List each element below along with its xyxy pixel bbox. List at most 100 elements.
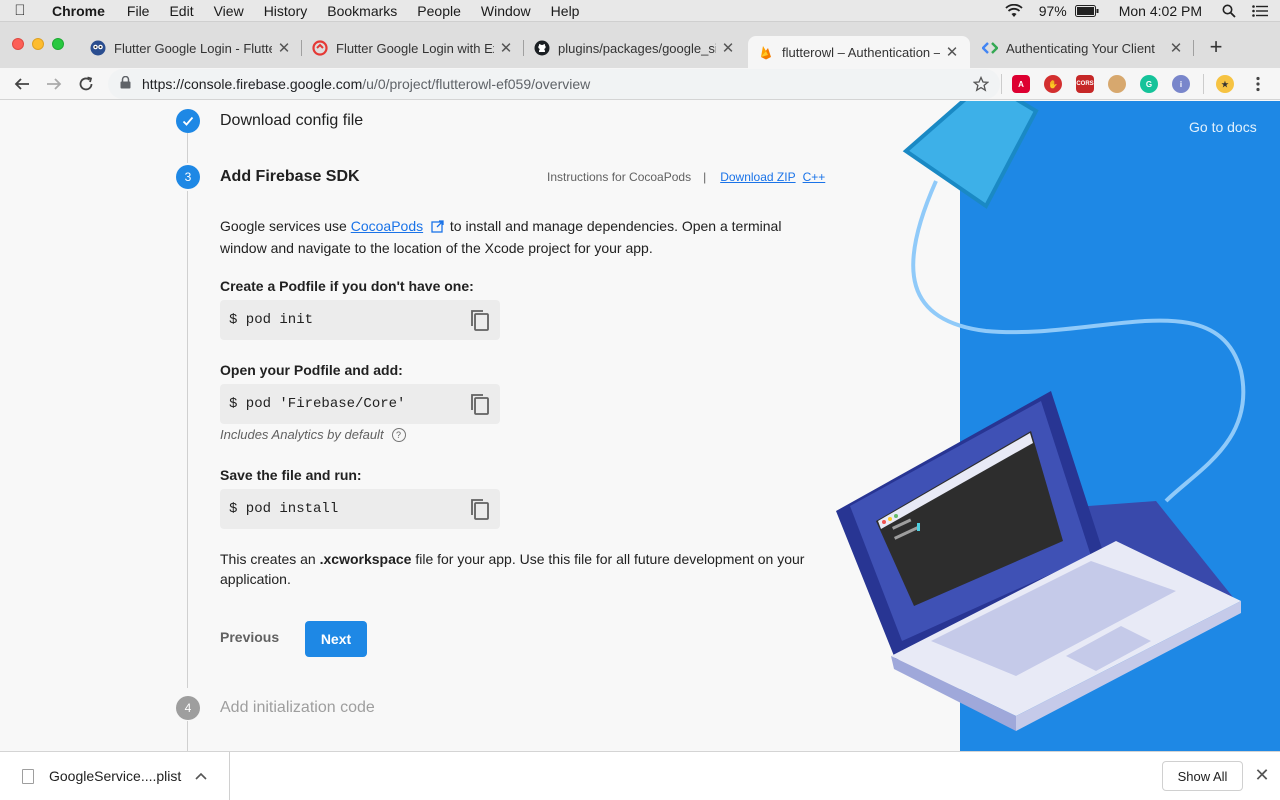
copy-icon[interactable] — [468, 392, 492, 416]
copy-icon[interactable] — [468, 497, 492, 521]
chevron-up-icon[interactable] — [195, 769, 207, 783]
adblock-extension-icon[interactable]: ✋ — [1044, 75, 1062, 93]
wifi-icon[interactable] — [997, 4, 1031, 18]
menu-file[interactable]: File — [117, 3, 160, 19]
xcworkspace-term: .xcworkspace — [319, 551, 412, 567]
menu-help[interactable]: Help — [541, 3, 590, 19]
tab-github-plugins[interactable]: plugins/packages/google_si ✕ — [524, 32, 746, 64]
new-tab-button[interactable]: + — [1206, 36, 1226, 58]
cpp-link[interactable]: C++ — [803, 170, 826, 184]
next-button[interactable]: Next — [305, 621, 367, 657]
cookie-extension-icon[interactable] — [1108, 75, 1126, 93]
help-icon[interactable]: ? — [391, 427, 406, 442]
codingwithdhrumil-icon — [312, 40, 328, 56]
menu-people[interactable]: People — [407, 3, 471, 19]
apple-menu-icon[interactable]:  — [0, 2, 40, 19]
xcworkspace-paragraph: This creates an .xcworkspace file for yo… — [220, 549, 810, 589]
cocoapods-link[interactable]: CocoaPods — [351, 218, 423, 234]
url-path: /u/0/project/flutterowl-ef059/overview — [362, 76, 591, 92]
menu-history[interactable]: History — [254, 3, 318, 19]
url-host: https://console.firebase.google.com — [142, 76, 363, 92]
battery-percent: 97% — [1038, 3, 1067, 19]
step-3-title: Add Firebase SDK — [220, 168, 360, 185]
tab-title: plugins/packages/google_si — [558, 40, 716, 56]
address-bar[interactable]: https://console.firebase.google.com/u/0/… — [108, 69, 1000, 99]
pod-init-command: $ pod init — [229, 312, 314, 328]
angular-extension-icon[interactable]: A — [1012, 75, 1030, 93]
cors-extension-icon[interactable]: CORS — [1076, 75, 1094, 93]
download-item[interactable]: GoogleService....plist — [0, 752, 230, 800]
grammarly-extension-icon[interactable]: G — [1140, 75, 1158, 93]
menu-edit[interactable]: Edit — [159, 3, 203, 19]
owl-icon — [90, 40, 106, 56]
tab-close-icon[interactable]: ✕ — [276, 39, 292, 57]
lock-icon[interactable] — [120, 75, 134, 92]
instructions-cocoapods-label: Instructions for CocoaPods — [547, 170, 692, 184]
close-icon[interactable]: ✕ — [1253, 766, 1271, 784]
tab-title: Flutter Google Login - Flutte — [114, 40, 272, 56]
notification-center-icon[interactable] — [1244, 5, 1280, 17]
reload-button[interactable] — [74, 72, 98, 96]
window-minimize-button[interactable] — [32, 38, 44, 50]
tab-close-icon[interactable]: ✕ — [720, 39, 736, 57]
instructions-separator: | — [703, 170, 707, 184]
menu-view[interactable]: View — [204, 3, 254, 19]
pod-install-command: $ pod install — [229, 501, 339, 517]
intro-text-prefix: Google services use — [220, 218, 351, 234]
previous-button[interactable]: Previous — [220, 629, 279, 649]
tab-firebase-authentication[interactable]: flutterowl – Authentication – ✕ — [748, 36, 970, 68]
tab-flutter-google-login[interactable]: Flutter Google Login - Flutte ✕ — [80, 32, 302, 64]
download-filename: GoogleService....plist — [49, 768, 182, 784]
open-podfile-label: Open your Podfile and add: — [220, 362, 403, 378]
profile-avatar-icon[interactable]: ★ — [1216, 75, 1234, 93]
tab-flutter-google-login-ex[interactable]: Flutter Google Login with Ex ✕ — [302, 32, 524, 64]
tab-title: Flutter Google Login with Ex — [336, 40, 494, 56]
menu-bookmarks[interactable]: Bookmarks — [317, 3, 407, 19]
toolbar-divider — [1203, 74, 1204, 94]
pod-core-code-block: $ pod 'Firebase/Core' — [220, 384, 500, 424]
step-connector — [187, 133, 188, 163]
tab-close-icon[interactable]: ✕ — [944, 43, 960, 61]
save-run-label: Save the file and run: — [220, 467, 362, 483]
toolbar-divider — [1001, 74, 1002, 94]
file-icon — [22, 768, 34, 784]
copy-icon[interactable] — [468, 308, 492, 332]
tab-separator — [1193, 40, 1194, 56]
step-2-title[interactable]: Download config file — [220, 112, 363, 130]
menu-clock[interactable]: Mon 4:02 PM — [1107, 3, 1214, 19]
menu-app-name[interactable]: Chrome — [40, 3, 117, 19]
show-all-button[interactable]: Show All — [1162, 761, 1243, 791]
outro-text-prefix: This creates an — [220, 551, 320, 567]
firebase-setup-page: Go to docs Download config file 3 Add Fi… — [0, 101, 1280, 751]
pod-install-code-block: $ pod install — [220, 489, 500, 529]
spotlight-search-icon[interactable] — [1214, 4, 1244, 18]
forward-button[interactable] — [42, 72, 66, 96]
tab-authenticating-client[interactable]: Authenticating Your Client ✕ — [972, 32, 1194, 64]
download-zip-link[interactable]: Download ZIP — [720, 170, 795, 184]
jsonview-extension-icon[interactable]: i — [1172, 75, 1190, 93]
external-link-icon[interactable] — [431, 218, 444, 238]
download-bar: GoogleService....plist Show All ✕ — [0, 751, 1280, 800]
step-4-title[interactable]: Add initialization code — [220, 699, 375, 717]
tab-close-icon[interactable]: ✕ — [498, 39, 514, 57]
back-button[interactable] — [10, 72, 34, 96]
macos-menu-bar:  Chrome File Edit View History Bookmark… — [0, 0, 1280, 22]
step-connector — [187, 191, 188, 688]
instructions-bar: Instructions for CocoaPods | Download ZI… — [547, 170, 825, 184]
tab-title: Authenticating Your Client — [1006, 40, 1155, 56]
tab-close-icon[interactable]: ✕ — [1168, 39, 1184, 57]
window-close-button[interactable] — [12, 38, 24, 50]
google-developers-icon — [982, 40, 998, 56]
analytics-hint: Includes Analytics by default ? — [220, 427, 406, 442]
menu-window[interactable]: Window — [471, 3, 541, 19]
chrome-menu-icon[interactable] — [1246, 72, 1270, 96]
window-zoom-button[interactable] — [52, 38, 64, 50]
create-podfile-label: Create a Podfile if you don't have one: — [220, 278, 474, 294]
github-icon — [534, 40, 550, 56]
bookmark-star-icon[interactable] — [969, 72, 993, 96]
battery-icon[interactable] — [1074, 5, 1107, 17]
go-to-docs-link[interactable]: Go to docs — [1189, 119, 1257, 135]
laptop-illustration — [836, 101, 1246, 731]
intro-paragraph: Google services use CocoaPods to install… — [220, 216, 820, 258]
firebase-icon — [758, 44, 774, 60]
